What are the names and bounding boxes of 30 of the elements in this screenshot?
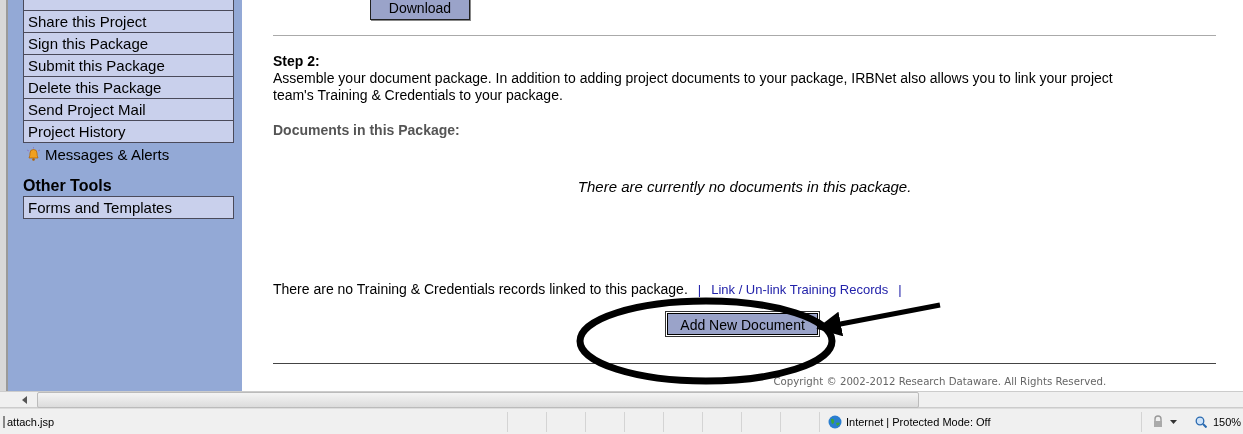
zoom-icon[interactable] (1195, 415, 1207, 428)
menu-item[interactable]: Send Project Mail (23, 99, 234, 121)
section-heading: Other Tools (23, 177, 113, 195)
documents-heading: Documents in this Package: (273, 122, 461, 139)
add-document-button[interactable]: Add New Document (667, 313, 818, 335)
copyright-text: Copyright © 2002-2012 Research Dataware. All Rights Reserved. (772, 375, 1108, 389)
status-url: attach.jsp (3, 415, 507, 428)
menu-item[interactable]: Sign this Package (23, 33, 234, 55)
training-status-text: There are no Training & Credentials records linked to this package. (273, 281, 688, 297)
menu-item[interactable]: Delete this Package (23, 77, 234, 99)
step-title: Step 2: (273, 53, 321, 70)
messages-alerts-link[interactable]: Messages & Alerts (45, 145, 170, 163)
zoom-level[interactable]: 150% (1213, 415, 1242, 428)
empty-message: There are currently no documents in this package. (576, 178, 913, 195)
menu-item[interactable]: Project History (23, 121, 234, 143)
separator: | (697, 282, 702, 297)
menu-item[interactable]: Share this Project (23, 11, 234, 33)
download-button[interactable]: Download (370, 0, 470, 20)
scroll-left-icon[interactable] (22, 395, 27, 404)
menu-item[interactable]: Submit this Package (23, 55, 234, 77)
globe-icon (828, 414, 842, 429)
menu-item[interactable] (23, 0, 234, 11)
step-instructions: Assemble your document package. In addition to adding project documents to your package, IRBNet also allows you to link your project team's Training & Credentials to your package. (273, 70, 1114, 104)
bell-icon (26, 146, 41, 162)
caret-icon[interactable] (1170, 419, 1177, 424)
menu-item[interactable]: Forms and Templates (23, 196, 234, 219)
security-zone-text: Internet | Protected Mode: Off (846, 415, 991, 428)
separator: | (898, 282, 902, 297)
training-records-link[interactable]: Link / Un-link Training Records (711, 282, 889, 297)
scrollbar-thumb[interactable] (37, 391, 919, 408)
